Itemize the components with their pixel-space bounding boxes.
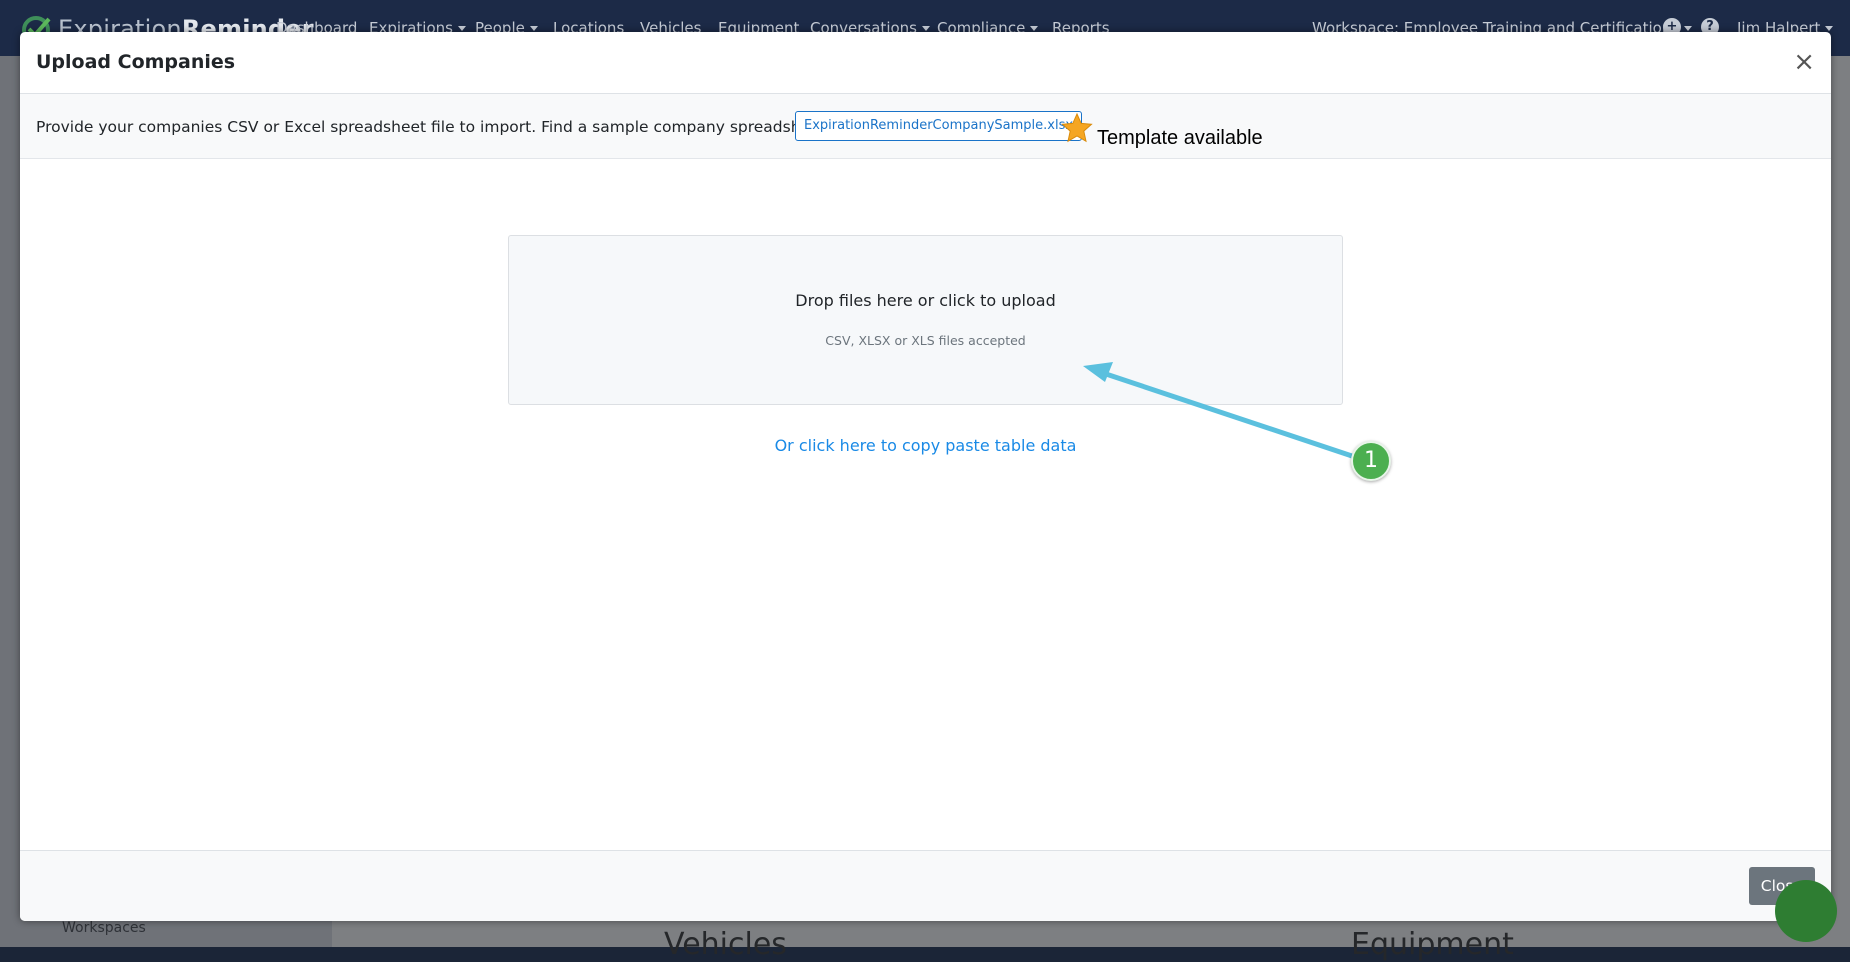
copy-paste-data-link[interactable]: Or click here to copy paste table data — [20, 436, 1831, 455]
chevron-down-icon — [457, 26, 466, 31]
annotation-arrow — [1083, 362, 1355, 459]
instructions-bar: Provide your companies CSV or Excel spre… — [20, 94, 1831, 159]
modal-footer: Close — [20, 850, 1831, 921]
chevron-down-icon — [1030, 26, 1039, 31]
modal-title: Upload Companies — [36, 51, 236, 73]
chevron-down-icon — [922, 26, 930, 31]
sidebar-item-workspaces[interactable]: Workspaces — [62, 920, 146, 936]
chevron-down-icon — [1684, 26, 1693, 31]
upload-companies-modal: Upload Companies × Provide your companie… — [20, 32, 1831, 921]
chat-widget-icon[interactable] — [1775, 880, 1837, 942]
star-icon — [1061, 112, 1093, 143]
sample-spreadsheet-link[interactable]: ExpirationReminderCompanySample.xlsx — [795, 111, 1083, 141]
dropzone-message: Drop files here or click to upload — [795, 291, 1056, 310]
chevron-down-icon — [529, 26, 538, 31]
section-heading-equipment: Equipment — [1351, 927, 1514, 962]
template-available-annotation: Template available — [1097, 127, 1263, 149]
file-dropzone[interactable]: Drop files here or click to upload CSV, … — [508, 235, 1343, 405]
modal-header: Upload Companies × — [20, 32, 1831, 94]
copy-paste-data-label: Or click here to copy paste table data — [774, 436, 1077, 455]
close-icon[interactable]: × — [1793, 49, 1815, 75]
dropzone-accepted-types: CSV, XLSX or XLS files accepted — [825, 333, 1026, 348]
step-number-badge: 1 — [1351, 441, 1391, 481]
chevron-down-icon — [1825, 26, 1834, 31]
section-heading-vehicles: Vehicles — [664, 927, 787, 962]
instructions-text: Provide your companies CSV or Excel spre… — [36, 118, 871, 136]
